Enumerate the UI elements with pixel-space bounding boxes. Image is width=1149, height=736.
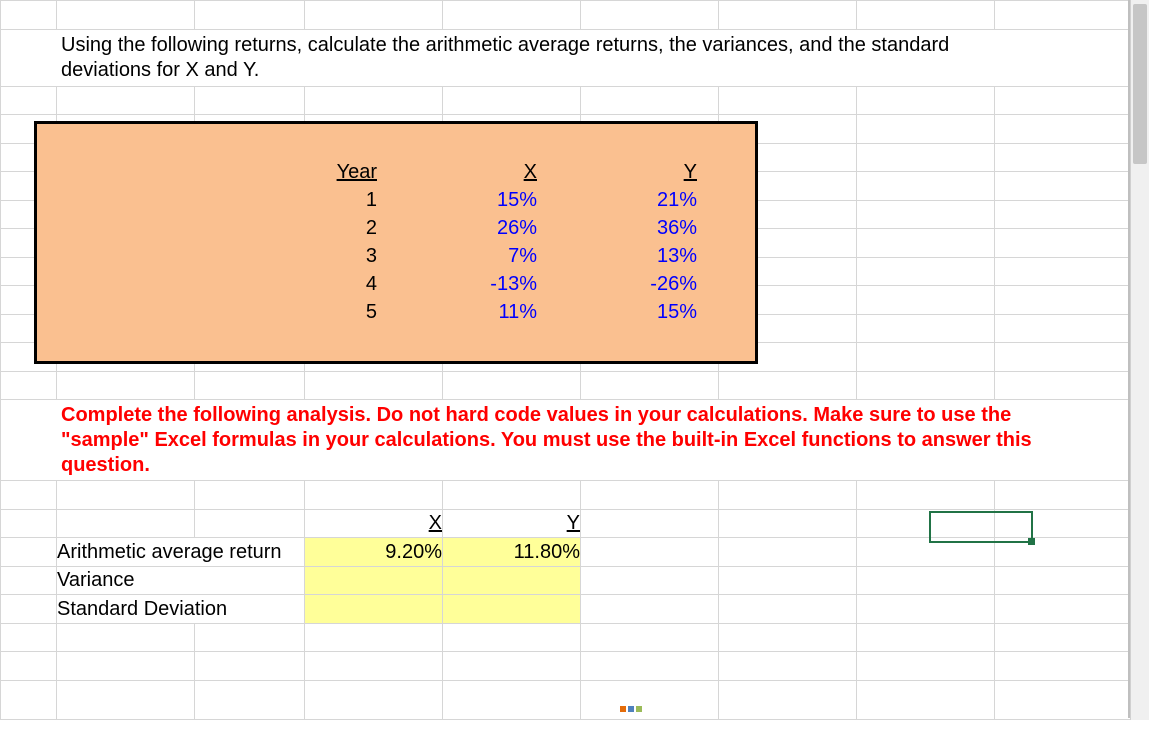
results-header-x: X	[429, 512, 442, 534]
result-label-std: Standard Deviation	[57, 595, 305, 624]
result-avg-y[interactable]: 11.80%	[443, 538, 581, 567]
instructions-text: Complete the following analysis. Do not …	[57, 401, 1132, 480]
grid-row[interactable]	[1, 86, 1133, 115]
grid-row[interactable]: Using the following returns, calculate t…	[1, 29, 1133, 86]
result-avg-x[interactable]: 9.20%	[305, 538, 443, 567]
grid-row[interactable]: Complete the following analysis. Do not …	[1, 400, 1133, 481]
vertical-scrollbar[interactable]	[1130, 0, 1149, 720]
result-label-avg: Arithmetic average return	[57, 538, 305, 567]
result-var-x[interactable]	[305, 566, 443, 595]
spreadsheet-viewport: Using the following returns, calculate t…	[0, 0, 1149, 736]
grid-row[interactable]: Variance	[1, 566, 1133, 595]
grid-row[interactable]: Arithmetic average return 9.20% 11.80%	[1, 538, 1133, 567]
status-dots	[620, 706, 642, 712]
scrollbar-thumb[interactable]	[1133, 4, 1147, 164]
result-std-x[interactable]	[305, 595, 443, 624]
results-header-y: Y	[567, 512, 580, 534]
result-var-y[interactable]	[443, 566, 581, 595]
grid-row[interactable]: Standard Deviation	[1, 595, 1133, 624]
spreadsheet-grid[interactable]: Using the following returns, calculate t…	[0, 0, 1133, 720]
result-std-y[interactable]	[443, 595, 581, 624]
grid-row[interactable]	[1, 1, 1133, 30]
grid-row[interactable]: X Y	[1, 509, 1133, 538]
question-text: Using the following returns, calculate t…	[57, 31, 1132, 85]
result-label-var: Variance	[57, 566, 305, 595]
